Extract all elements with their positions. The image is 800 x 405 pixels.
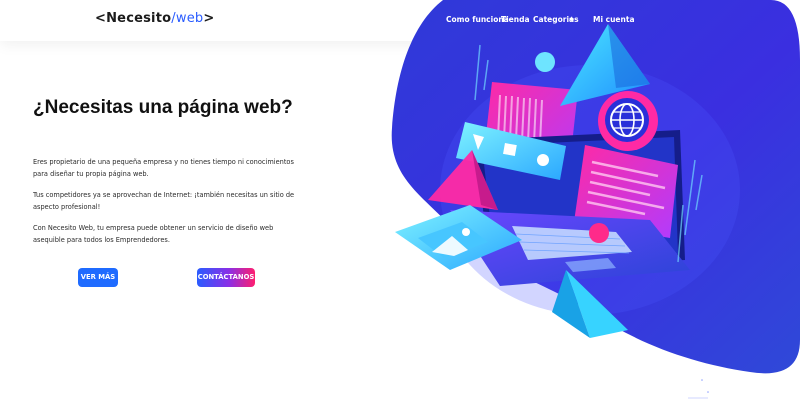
intro-paragraph: Eres propietario de una pequeña empresa … bbox=[33, 158, 294, 178]
competitors-paragraph: Tus competidores ya se aprovechan de Int… bbox=[33, 191, 295, 211]
globe-icon bbox=[598, 91, 658, 151]
nav-item-mi-cuenta[interactable]: Mi cuenta bbox=[593, 15, 635, 24]
pink-sphere bbox=[589, 223, 609, 243]
site-logo[interactable]: <Necesito/web> bbox=[95, 11, 214, 26]
logo-suffix-end: > bbox=[203, 11, 215, 26]
nav-item-como-funciona[interactable]: Como funciona bbox=[446, 15, 509, 24]
hero-illustration bbox=[380, 0, 800, 400]
logo-suffix: web bbox=[175, 11, 204, 26]
ver-mas-button[interactable]: VER MÁS bbox=[78, 268, 118, 287]
service-paragraph: Con Necesito Web, tu empresa puede obten… bbox=[33, 224, 274, 244]
contactanos-button[interactable]: CONTÁCTANOS bbox=[197, 268, 255, 287]
page-title: ¿Necesitas una página web? bbox=[33, 97, 293, 118]
logo-prefix: <Necesito bbox=[95, 11, 172, 26]
nav-item-tienda[interactable]: Tienda bbox=[501, 15, 530, 24]
plus-icon[interactable]: + bbox=[569, 14, 574, 24]
laptop-web-design-illustration bbox=[391, 0, 800, 399]
cyan-sphere bbox=[535, 52, 555, 72]
